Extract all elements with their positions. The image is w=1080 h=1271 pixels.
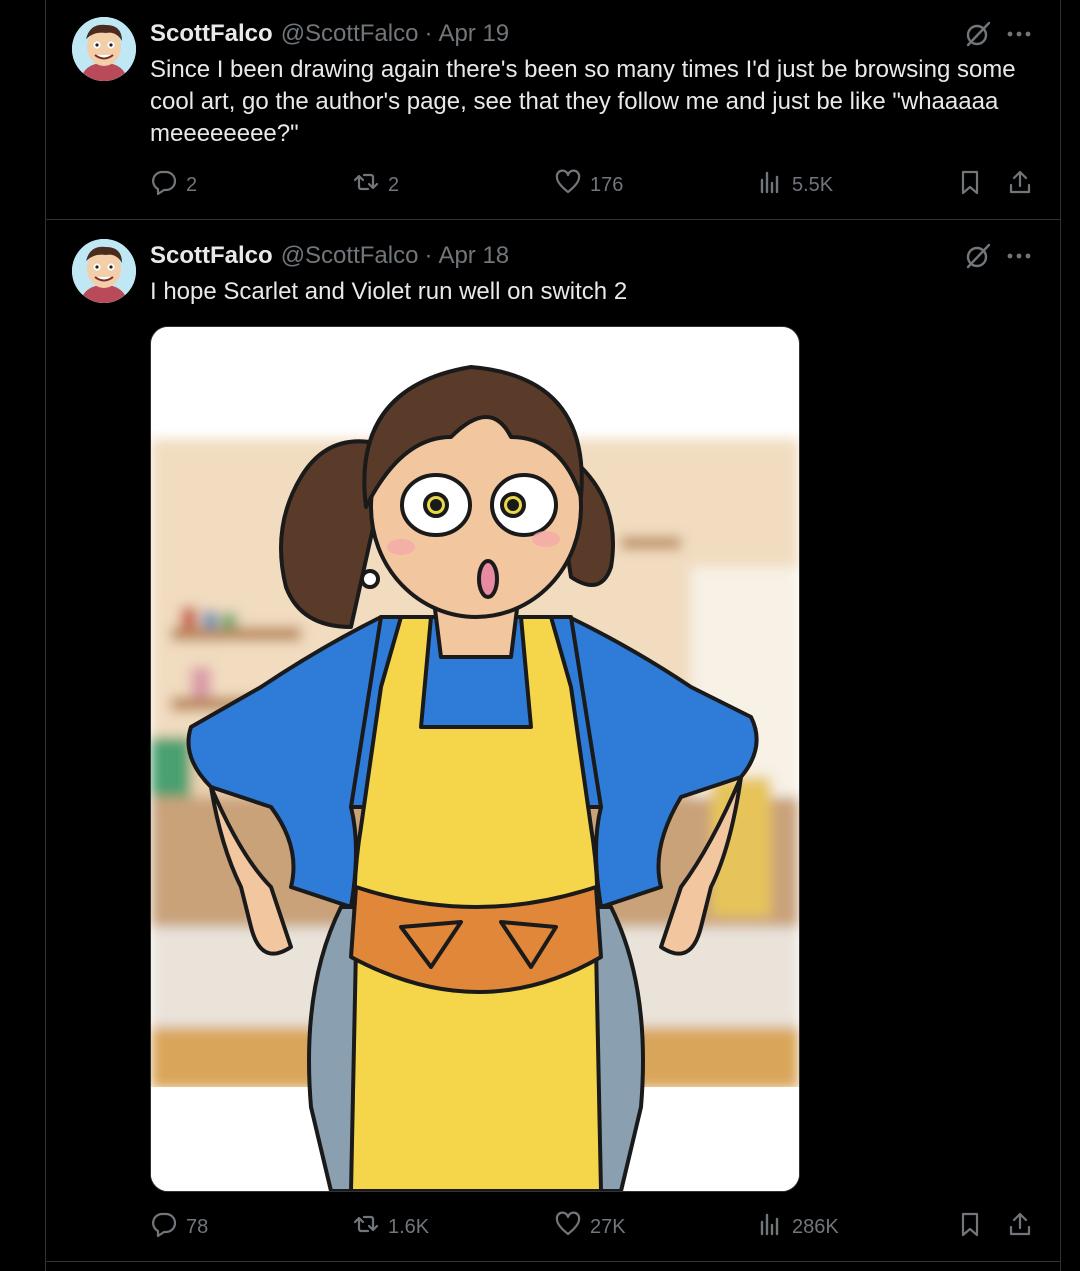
post-actions: 78 1.6K 27K 286K (150, 1211, 1038, 1243)
post-text: I hope Scarlet and Violet run well on sw… (150, 278, 628, 305)
avatar[interactable] (72, 17, 136, 81)
author-name[interactable]: ScottFalco (150, 20, 273, 48)
separator: · (424, 20, 433, 47)
bookmark-button[interactable] (956, 1211, 992, 1243)
reply-button[interactable]: 2 (150, 169, 197, 201)
bookmark-icon (956, 1210, 992, 1244)
grok-icon[interactable] (964, 242, 992, 270)
separator: · (424, 242, 433, 269)
repost-count: 2 (388, 173, 400, 196)
view-count: 286K (792, 1215, 839, 1238)
share-button[interactable] (1006, 169, 1042, 201)
post[interactable]: ScottFalco @ScottFalco · Apr 18 I hope S… (46, 220, 1060, 1262)
reply-count: 2 (186, 173, 198, 196)
timeline: ScottFalco @ScottFalco · Apr 19 Since I … (45, 0, 1061, 1271)
author-handle[interactable]: @ScottFalco (281, 20, 419, 48)
more-icon[interactable] (1006, 241, 1032, 271)
views-button[interactable]: 5.5K (756, 169, 833, 201)
analytics-icon (756, 168, 792, 202)
like-button[interactable]: 27K (554, 1211, 626, 1243)
post-date[interactable]: Apr 18 (438, 242, 509, 270)
repost-icon (352, 1210, 388, 1244)
reply-icon (150, 168, 186, 202)
like-count: 176 (590, 173, 624, 196)
reply-count: 78 (186, 1215, 209, 1238)
bookmark-icon (956, 168, 992, 202)
post-actions: 2 2 176 5.5K (150, 169, 1038, 201)
post-header: ScottFalco @ScottFalco · Apr 18 (150, 241, 509, 271)
repost-icon (352, 168, 388, 202)
heart-icon (554, 168, 590, 202)
share-icon (1006, 168, 1042, 202)
post[interactable]: ScottFalco @ScottFalco · Apr 19 Since I … (46, 0, 1060, 220)
share-icon (1006, 1210, 1042, 1244)
repost-button[interactable]: 1.6K (352, 1211, 429, 1243)
avatar[interactable] (72, 239, 136, 303)
reply-icon (150, 1210, 186, 1244)
view-count: 5.5K (792, 173, 834, 196)
views-button[interactable]: 286K (756, 1211, 839, 1243)
post-text: Since I been drawing again there's been … (150, 56, 1016, 147)
share-button[interactable] (1006, 1211, 1042, 1243)
repost-button[interactable]: 2 (352, 169, 399, 201)
like-button[interactable]: 176 (554, 169, 623, 201)
analytics-icon (756, 1210, 792, 1244)
like-count: 27K (590, 1215, 626, 1238)
reply-button[interactable]: 78 (150, 1211, 208, 1243)
more-icon[interactable] (1006, 19, 1032, 49)
post-date[interactable]: Apr 19 (438, 20, 509, 48)
heart-icon (554, 1210, 590, 1244)
post-header: ScottFalco @ScottFalco · Apr 19 (150, 19, 509, 49)
bookmark-button[interactable] (956, 169, 992, 201)
post-image[interactable] (150, 326, 800, 1192)
repost-count: 1.6K (388, 1215, 430, 1238)
author-name[interactable]: ScottFalco (150, 242, 273, 270)
author-handle[interactable]: @ScottFalco (281, 242, 419, 270)
grok-icon[interactable] (964, 20, 992, 48)
